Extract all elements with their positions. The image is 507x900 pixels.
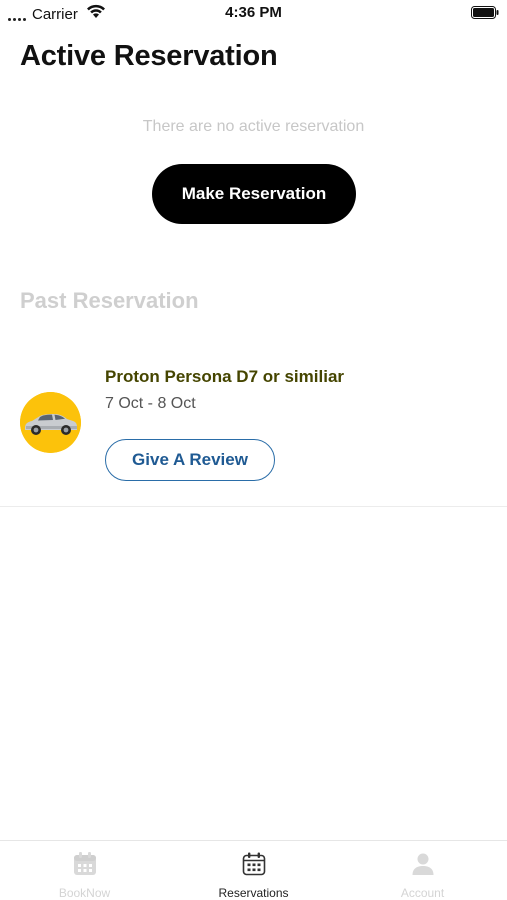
car-icon	[20, 392, 81, 453]
tab-bar: BookNow Reservations Account	[0, 840, 507, 900]
reservation-dates: 7 Oct - 8 Oct	[105, 395, 196, 412]
tab-label: Reservations	[218, 886, 289, 900]
user-icon	[338, 850, 507, 883]
tab-reservations[interactable]: Reservations	[169, 841, 338, 900]
give-review-button[interactable]: Give A Review	[105, 439, 275, 481]
tab-label: BookNow	[58, 886, 111, 900]
make-reservation-button[interactable]: Make Reservation	[152, 164, 356, 224]
car-name: Proton Persona D7 or similiar	[105, 367, 345, 386]
empty-state-message: There are no active reservation	[142, 118, 365, 135]
past-reservation-item: Proton Persona D7 or similiar 7 Oct - 8 …	[0, 350, 507, 507]
divider	[0, 506, 507, 507]
tab-account[interactable]: Account	[338, 841, 507, 900]
battery-icon	[471, 6, 499, 24]
screen: Carrier 4:36 PM Active Reservation There…	[0, 0, 507, 900]
calendar-icon	[0, 850, 169, 883]
tab-booknow[interactable]: BookNow	[0, 841, 169, 900]
page-title: Active Reservation	[20, 40, 278, 72]
status-time: 4:36 PM	[225, 4, 282, 21]
past-reservation-heading: Past Reservation	[20, 288, 199, 313]
tab-label: Account	[400, 886, 445, 900]
status-bar: Carrier 4:36 PM	[0, 0, 507, 28]
calendar-icon	[169, 850, 338, 883]
